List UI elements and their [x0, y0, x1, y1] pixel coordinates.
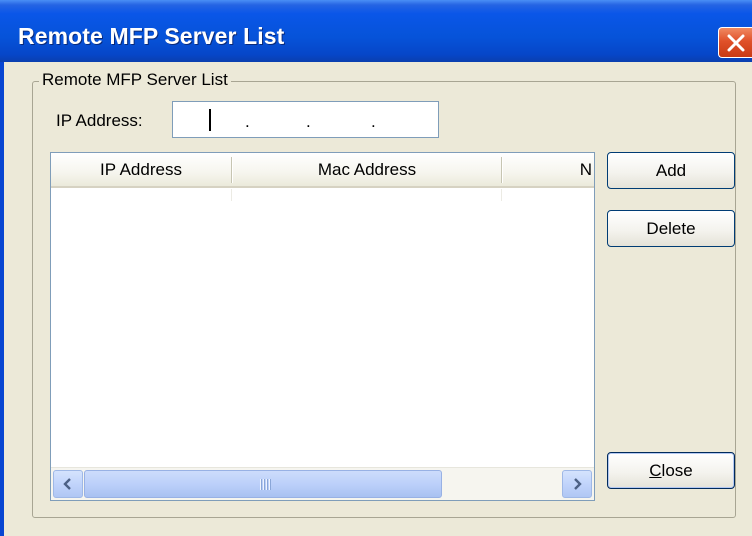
- scroll-grip: [260, 479, 271, 490]
- column-divider[interactable]: [231, 157, 233, 183]
- scroll-left-arrow-icon: [63, 478, 71, 490]
- scroll-right-arrow-icon: [574, 478, 582, 490]
- horizontal-scrollbar[interactable]: [51, 467, 594, 500]
- column-header-mac-address[interactable]: Mac Address: [233, 153, 501, 186]
- window-title: Remote MFP Server List: [18, 23, 285, 49]
- group-box-label: Remote MFP Server List: [39, 70, 231, 90]
- text-caret: [209, 109, 211, 131]
- scroll-right-button[interactable]: [562, 470, 592, 498]
- scroll-thumb[interactable]: [84, 470, 442, 498]
- column-header-ip-address[interactable]: IP Address: [51, 153, 231, 186]
- close-button-label: lose: [661, 461, 693, 480]
- server-list[interactable]: IP Address Mac Address N: [50, 152, 595, 501]
- grid-line: [231, 189, 232, 201]
- ip-octet-separator: .: [245, 112, 250, 131]
- add-button[interactable]: Add: [607, 152, 735, 189]
- delete-button[interactable]: Delete: [607, 210, 735, 247]
- ip-octet-separator: .: [371, 112, 376, 131]
- list-header: IP Address Mac Address N: [51, 153, 594, 188]
- ip-octet-separator: .: [306, 112, 311, 131]
- title-bar: Remote MFP Server List: [0, 0, 752, 62]
- ip-address-label: IP Address:: [56, 111, 143, 130]
- column-divider[interactable]: [501, 157, 503, 183]
- close-window-button[interactable]: [718, 27, 752, 58]
- close-icon: [727, 34, 745, 52]
- close-button-mnemonic: C: [649, 461, 662, 480]
- grid-line: [501, 189, 502, 201]
- close-button[interactable]: Close: [607, 452, 735, 489]
- window-frame-left: [0, 62, 4, 536]
- ip-address-input[interactable]: . . .: [172, 101, 439, 138]
- scroll-left-button[interactable]: [53, 470, 83, 498]
- column-header-truncated[interactable]: N: [503, 153, 592, 186]
